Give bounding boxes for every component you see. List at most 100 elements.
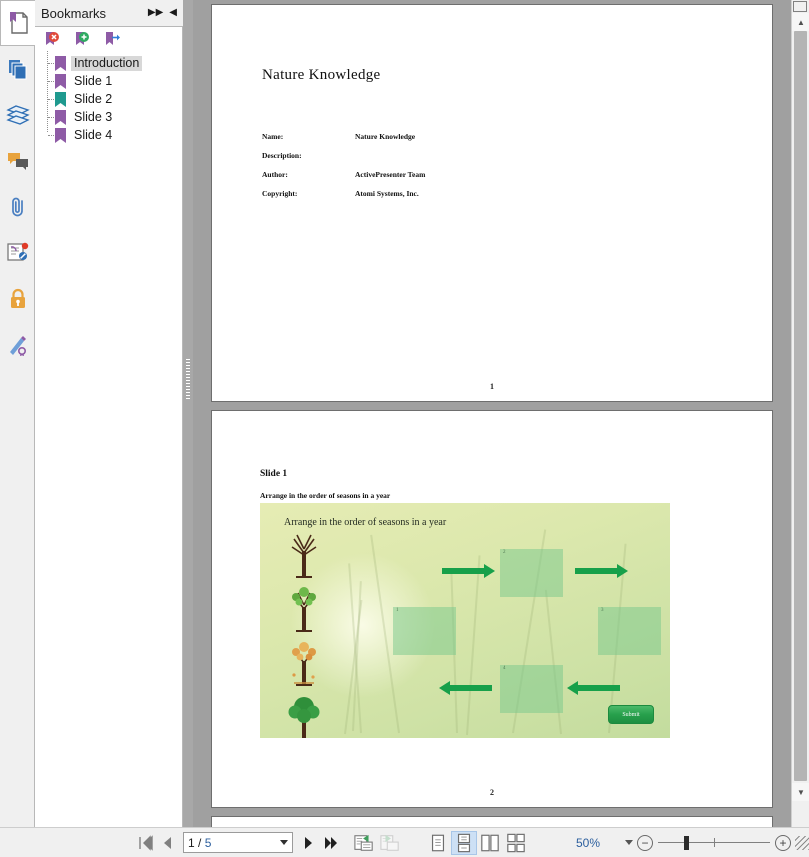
view-mode-continuous[interactable] xyxy=(451,830,477,855)
sidebar-tab-content[interactable] xyxy=(0,230,35,276)
sidebar-tab-signatures[interactable] xyxy=(0,322,35,368)
bookmark-item[interactable]: Introduction xyxy=(35,54,182,72)
arrow-3-to-4 xyxy=(567,681,620,695)
metadata-key: Copyright: xyxy=(262,189,298,198)
bookmark-flag-icon xyxy=(55,91,66,107)
metadata-row: Description: xyxy=(262,151,682,170)
previous-page-button[interactable] xyxy=(157,831,179,855)
last-page-button[interactable] xyxy=(319,831,341,855)
zoom-out-button[interactable]: − xyxy=(637,834,653,851)
tree-winter-icon xyxy=(291,534,317,578)
slide-subtitle: Arrange in the order of seasons in a yea… xyxy=(260,491,391,500)
metadata-key: Author: xyxy=(262,170,288,179)
zoom-in-button[interactable]: + xyxy=(775,834,791,851)
drop-zone-3[interactable]: 3 xyxy=(598,607,661,655)
comments-icon xyxy=(7,153,28,170)
slide-canvas: Arrange in the order of seasons in a yea… xyxy=(260,503,670,738)
next-page-button[interactable] xyxy=(297,831,319,855)
scroll-thumb[interactable] xyxy=(794,31,807,781)
sidebar-tab-pages[interactable] xyxy=(0,46,35,92)
bookmark-item[interactable]: Slide 3 xyxy=(35,108,182,126)
page-number-input[interactable]: 1 / 5 xyxy=(183,832,293,853)
bookmark-label: Slide 1 xyxy=(74,73,113,88)
resize-grip-icon[interactable] xyxy=(795,835,809,850)
zoom-slider-thumb[interactable] xyxy=(684,835,689,850)
document-page-2: Slide 1 Arrange in the order of seasons … xyxy=(211,410,773,808)
navigate-forward-icon xyxy=(380,834,399,851)
metadata-value: Atomi Systems, Inc. xyxy=(355,189,419,198)
first-page-icon xyxy=(139,834,153,851)
zoom-slider[interactable] xyxy=(658,835,770,851)
document-metadata: Name: Nature Knowledge Description: Author:… xyxy=(262,132,682,208)
sidebar-icon-rail xyxy=(0,0,36,827)
tree-stub xyxy=(48,63,54,64)
bookmarks-panel: Bookmarks ▶▶ ◀ Introduction Slide 1 Slid… xyxy=(35,0,183,827)
page-number-value: 1 / 5 xyxy=(188,835,212,850)
sidebar-tab-attachments[interactable] xyxy=(0,184,35,230)
drop-zone-4[interactable]: 4 xyxy=(500,665,563,713)
metadata-key: Description: xyxy=(262,151,302,160)
first-page-button[interactable] xyxy=(135,831,157,855)
signature-icon xyxy=(9,336,26,356)
delete-bookmark-icon[interactable] xyxy=(45,31,61,47)
arrow-2-to-3 xyxy=(575,564,628,578)
bookmark-label: Slide 3 xyxy=(74,109,113,124)
metadata-row: Name: Nature Knowledge xyxy=(262,132,682,151)
slide-heading: Arrange in the order of seasons in a yea… xyxy=(284,517,447,528)
view-mode-two-pages-continuous-icon xyxy=(507,833,525,852)
bookmarks-toolbar xyxy=(35,27,182,51)
zoom-dropdown-icon[interactable] xyxy=(625,840,633,845)
view-mode-two-pages-continuous[interactable] xyxy=(503,831,529,855)
next-page-icon xyxy=(305,836,312,849)
page-nav-group: 1 / 5 xyxy=(135,831,341,855)
metadata-row: Copyright: Atomi Systems, Inc. xyxy=(262,189,682,208)
scroll-down-button[interactable]: ▼ xyxy=(792,783,809,801)
bookmark-item[interactable]: Slide 2 xyxy=(35,90,182,108)
bookmark-flag-icon xyxy=(55,73,66,89)
goto-bookmark-icon[interactable] xyxy=(105,31,121,47)
tree-stub xyxy=(48,81,54,82)
navigate-forward-button[interactable] xyxy=(377,831,403,855)
drop-zone-2[interactable]: 2 xyxy=(500,549,563,597)
drop-zone-1[interactable]: 1 xyxy=(393,607,456,655)
slide-label: Slide 1 xyxy=(260,469,288,479)
zoom-slider-tick xyxy=(714,837,715,847)
history-nav-group xyxy=(351,831,403,855)
bookmark-label: Slide 4 xyxy=(74,127,113,142)
splitter-grip xyxy=(186,359,190,401)
bookmark-label: Slide 2 xyxy=(74,91,113,106)
vertical-scrollbar[interactable]: ▲ ▼ xyxy=(791,0,809,827)
double-chevron-right-icon[interactable]: ▶▶ xyxy=(148,8,163,18)
navigate-back-button[interactable] xyxy=(351,831,377,855)
panel-title: Bookmarks xyxy=(41,5,107,21)
tree-summer-icon xyxy=(288,697,320,738)
view-mode-continuous-icon xyxy=(457,833,471,852)
bookmark-flag-icon xyxy=(55,127,66,143)
document-page-1: Nature Knowledge Name: Nature Knowledge De… xyxy=(211,4,773,402)
scroll-track[interactable] xyxy=(792,18,809,809)
document-viewer[interactable]: Nature Knowledge Name: Nature Knowledge De… xyxy=(193,0,791,827)
zoom-level-value[interactable]: 50% xyxy=(565,836,611,850)
view-mode-single-page[interactable] xyxy=(425,831,451,855)
tree-stub xyxy=(48,117,54,118)
document-page-3 xyxy=(211,816,773,827)
chevron-left-icon[interactable]: ◀ xyxy=(169,8,177,18)
lock-icon xyxy=(10,288,25,308)
submit-button[interactable]: Submit xyxy=(608,705,654,724)
add-bookmark-icon[interactable] xyxy=(75,31,91,47)
sidebar-tab-comments[interactable] xyxy=(0,138,35,184)
page-dropdown-icon[interactable] xyxy=(280,840,288,845)
view-mode-group xyxy=(425,830,529,855)
sidebar-tab-layers[interactable] xyxy=(0,92,35,138)
panel-splitter[interactable] xyxy=(183,0,193,827)
view-mode-two-pages[interactable] xyxy=(477,831,503,855)
sidebar-tab-security[interactable] xyxy=(0,276,35,322)
previous-page-icon xyxy=(164,836,171,849)
bookmark-item[interactable]: Slide 1 xyxy=(35,72,182,90)
pages-thumbnails-icon xyxy=(8,60,26,80)
bookmark-item[interactable]: Slide 4 xyxy=(35,126,182,144)
sidebar-tab-bookmarks[interactable] xyxy=(0,0,36,46)
tree-autumn-icon xyxy=(292,642,316,686)
drop-zone-3-number: 3 xyxy=(601,608,604,613)
document-title: Nature Knowledge xyxy=(262,67,381,83)
